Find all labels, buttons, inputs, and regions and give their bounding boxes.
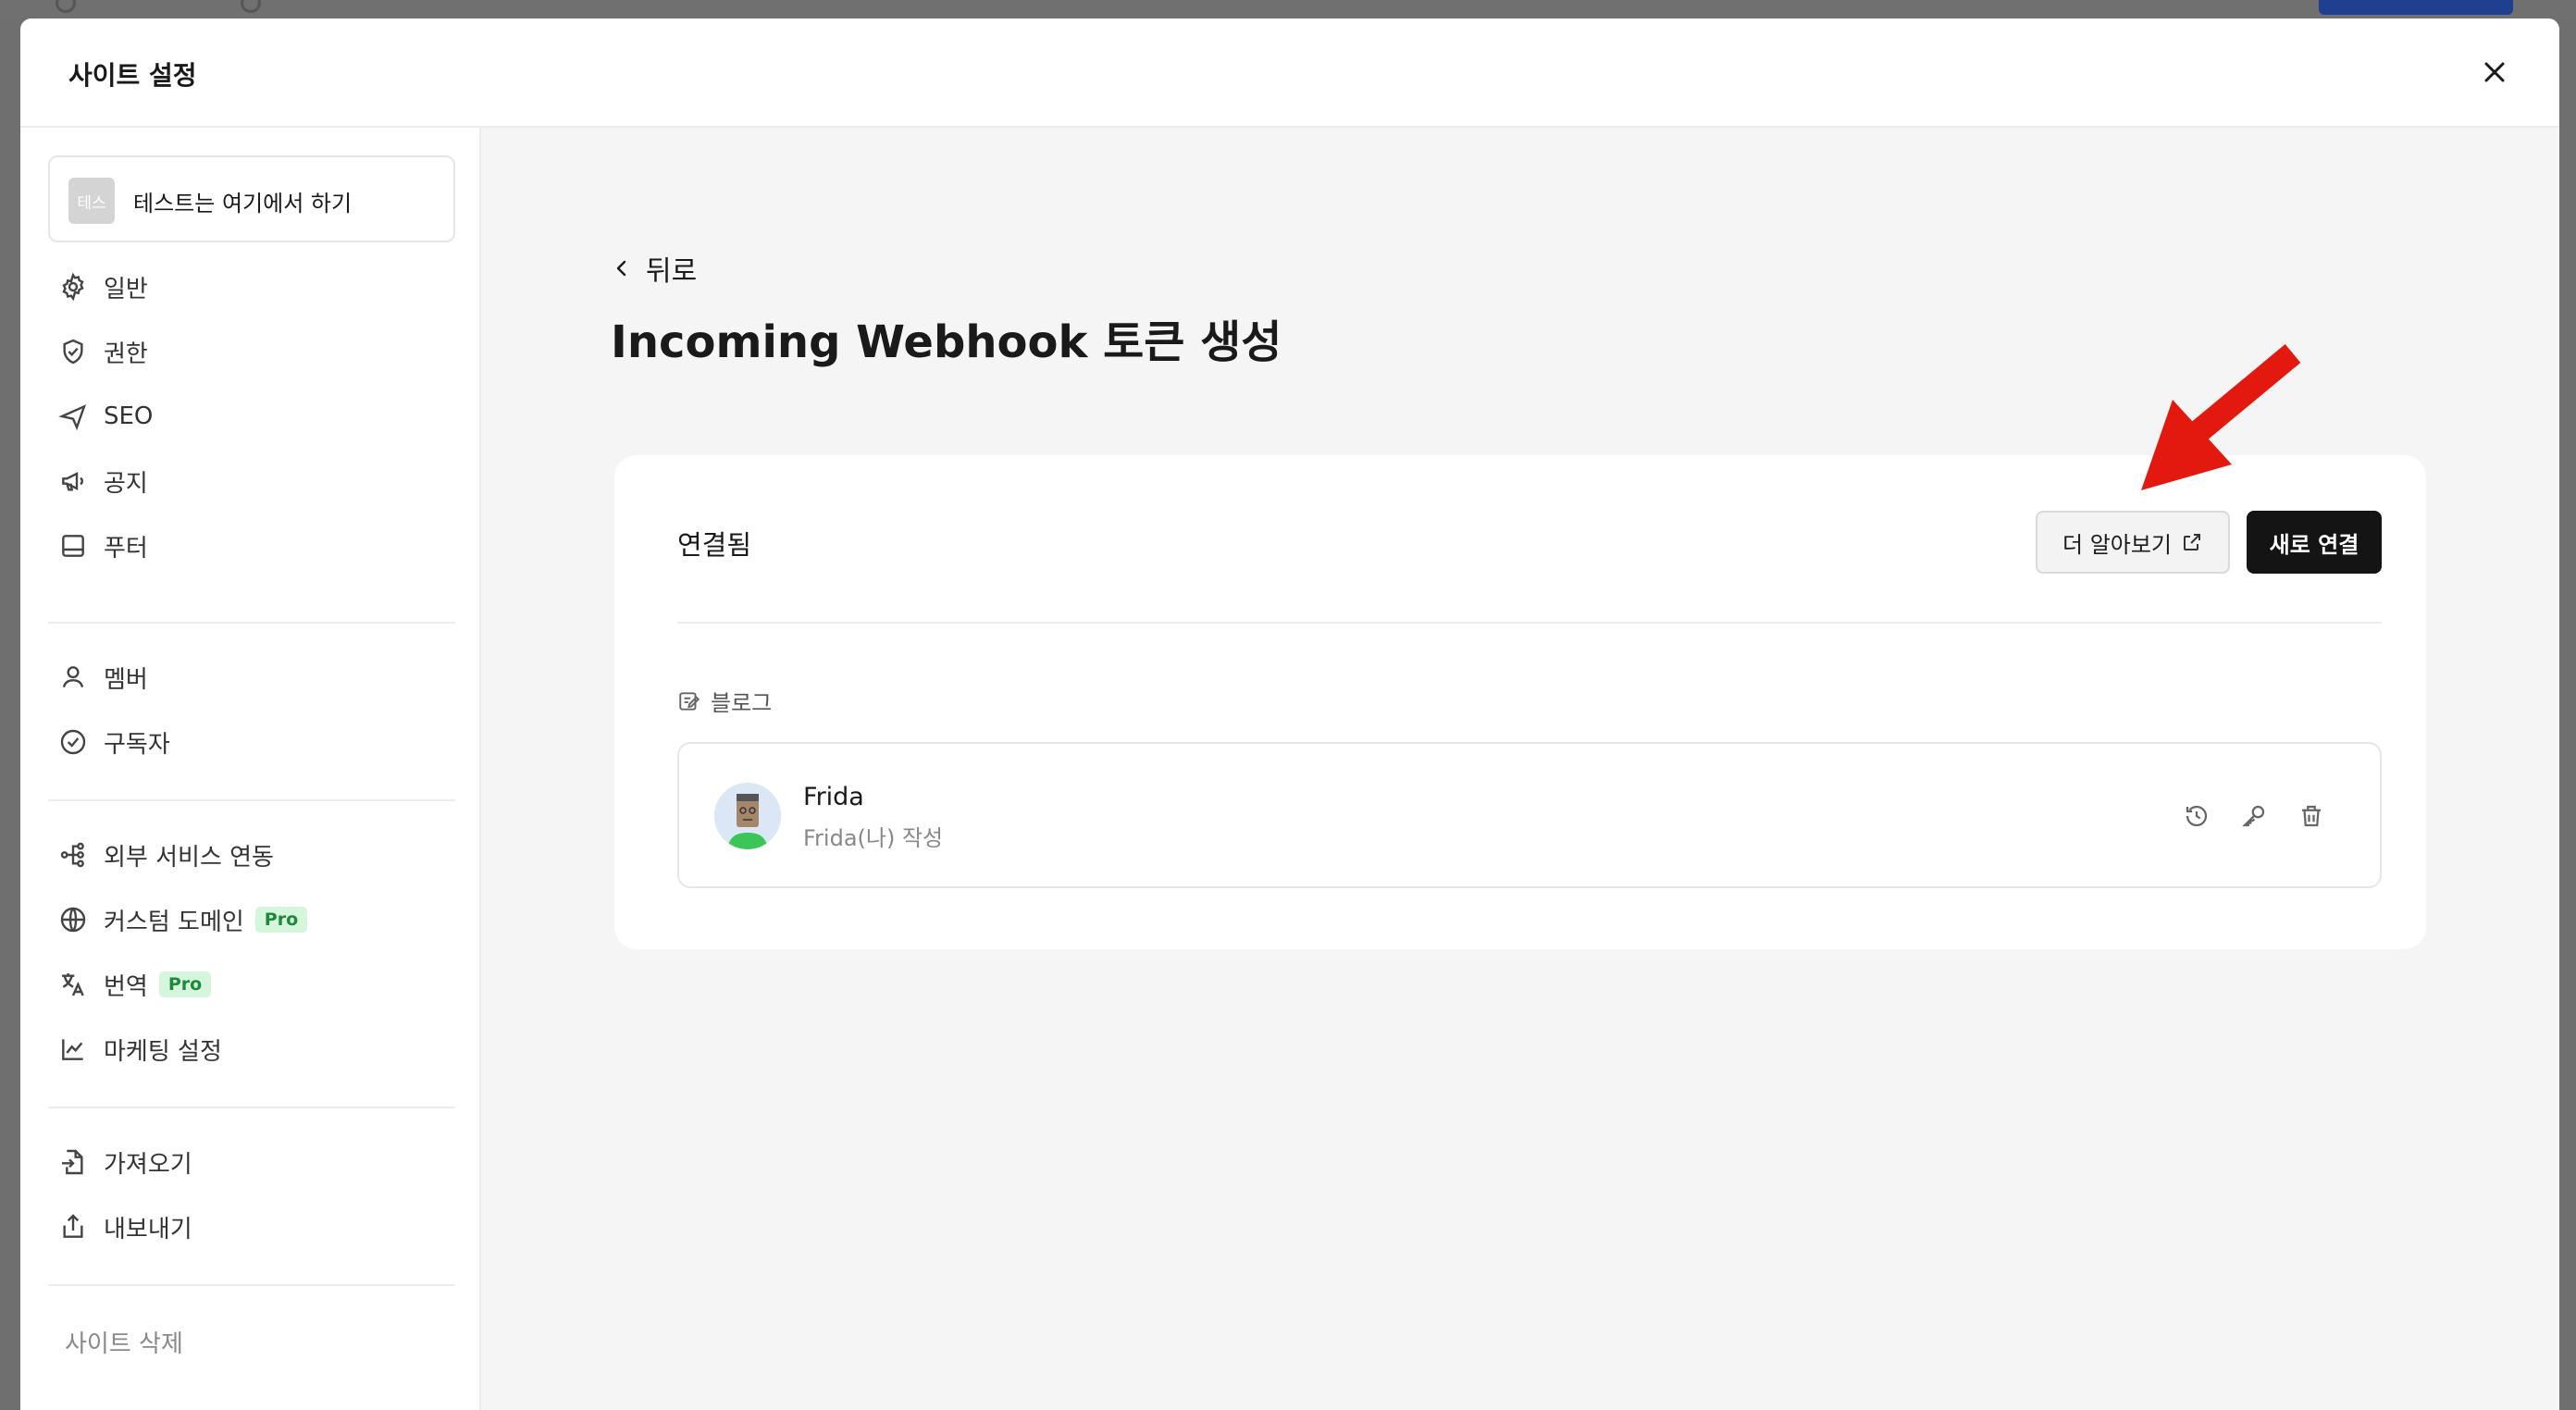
main-content: 뒤로 Incoming Webhook 토큰 생성 연결됨 더 알아보기 새로 … [481,128,2559,1410]
page-title: Incoming Webhook 토큰 생성 [611,316,1282,368]
footer-layout-icon [57,530,89,562]
sidebar-item-label: 번역 [104,972,148,1001]
user-icon [57,662,89,693]
back-label: 뒤로 [646,255,698,288]
sidebar-item-label: 가져오기 [104,1150,192,1179]
translate-icon [57,969,89,1000]
close-icon [2484,62,2505,82]
background-icon [241,0,261,13]
pro-badge: Pro [254,907,308,933]
delete-site-link[interactable]: 사이트 삭제 [65,1325,183,1359]
token-row: Frida Frida(나) 작성 [677,742,2382,888]
back-link[interactable]: 뒤로 [611,248,697,289]
sidebar-item-label: 외부 서비스 연동 [104,843,274,872]
history-button[interactable] [2180,799,2213,833]
sidebar-item-custom-domain[interactable]: 커스텀 도메인 Pro [48,894,455,946]
sidebar-item-label: 내보내기 [104,1215,192,1243]
sidebar-divider [48,1284,455,1286]
token-author: Frida(나) 작성 [803,825,944,851]
sidebar-item-export[interactable]: 내보내기 [48,1201,455,1253]
learn-more-button[interactable]: 더 알아보기 [2036,511,2230,574]
sidebar-item-label: 커스텀 도메인 [104,908,244,936]
sidebar-item-footer[interactable]: 푸터 [48,520,455,572]
delete-button[interactable] [2295,799,2328,833]
key-icon [2242,805,2265,827]
sidebar-item-label: 권한 [104,340,148,368]
blog-section-label: 블로그 [677,685,772,717]
gear-icon [57,271,89,303]
shield-check-icon [57,336,89,367]
navigation-icon [57,401,89,432]
sidebar-item-general[interactable]: 일반 [48,261,455,313]
webhook-card: 연결됨 더 알아보기 새로 연결 블로그 Frida Frida(나) 작성 [614,455,2426,949]
megaphone-icon [57,465,89,497]
sidebar-divider [48,799,455,801]
site-name: 테스트는 여기에서 하기 [133,191,353,216]
close-button[interactable] [2478,56,2511,89]
sidebar-item-members[interactable]: 멤버 [48,651,455,703]
integration-icon [57,839,89,871]
site-settings-modal: 사이트 설정 테스 테스트는 여기에서 하기 일반 권한 SEO 공지 푸터 멤… [20,19,2559,1410]
sidebar-item-seo[interactable]: SEO [48,390,455,442]
sidebar-item-notice[interactable]: 공지 [48,455,455,507]
sidebar-item-label: SEO [104,402,154,430]
blog-edit-icon [679,691,700,711]
sidebar-item-label: 마케팅 설정 [104,1037,222,1066]
line-chart-icon [57,1033,89,1065]
share-upload-icon [57,1211,89,1243]
pro-badge: Pro [158,971,212,997]
history-icon [2186,805,2208,827]
sidebar-divider [48,1107,455,1108]
check-circle-icon [57,726,89,758]
key-button[interactable] [2237,799,2271,833]
sidebar-item-label: 멤버 [104,665,148,694]
file-import-icon [57,1146,89,1178]
sidebar-item-translation[interactable]: 번역 Pro [48,959,455,1010]
background-icon [56,0,76,13]
sidebar-item-label: 공지 [104,469,148,498]
learn-more-label: 더 알아보기 [2062,531,2173,558]
sidebar-item-permissions[interactable]: 권한 [48,326,455,377]
background-app-topbar [0,0,2576,19]
background-cta-button [2319,0,2513,15]
sidebar-divider [48,622,455,624]
settings-sidebar: 테스 테스트는 여기에서 하기 일반 권한 SEO 공지 푸터 멤버 구독자 외… [20,128,481,1410]
sidebar-item-integrations[interactable]: 외부 서비스 연동 [48,829,455,881]
token-owner-name: Frida [803,783,864,811]
connection-status-label: 연결됨 [677,529,752,561]
external-link-icon [2184,534,2201,550]
modal-header: 사이트 설정 [20,19,2559,128]
sidebar-item-subscribers[interactable]: 구독자 [48,716,455,768]
new-connection-button[interactable]: 새로 연결 [2247,511,2382,574]
avatar [714,783,781,849]
sidebar-item-label: 일반 [104,275,148,303]
modal-title: 사이트 설정 [68,60,197,91]
sidebar-item-marketing[interactable]: 마케팅 설정 [48,1023,455,1075]
sidebar-item-import[interactable]: 가져오기 [48,1136,455,1188]
sidebar-item-label: 푸터 [104,534,148,563]
chevron-left-icon [616,260,626,277]
sidebar-item-label: 구독자 [104,730,170,759]
trash-icon [2302,805,2321,827]
site-selector[interactable]: 테스 테스트는 여기에서 하기 [48,155,455,242]
site-thumbnail: 테스 [68,178,115,224]
globe-icon [57,904,89,935]
card-divider [677,622,2382,624]
section-label: 블로그 [711,690,773,716]
